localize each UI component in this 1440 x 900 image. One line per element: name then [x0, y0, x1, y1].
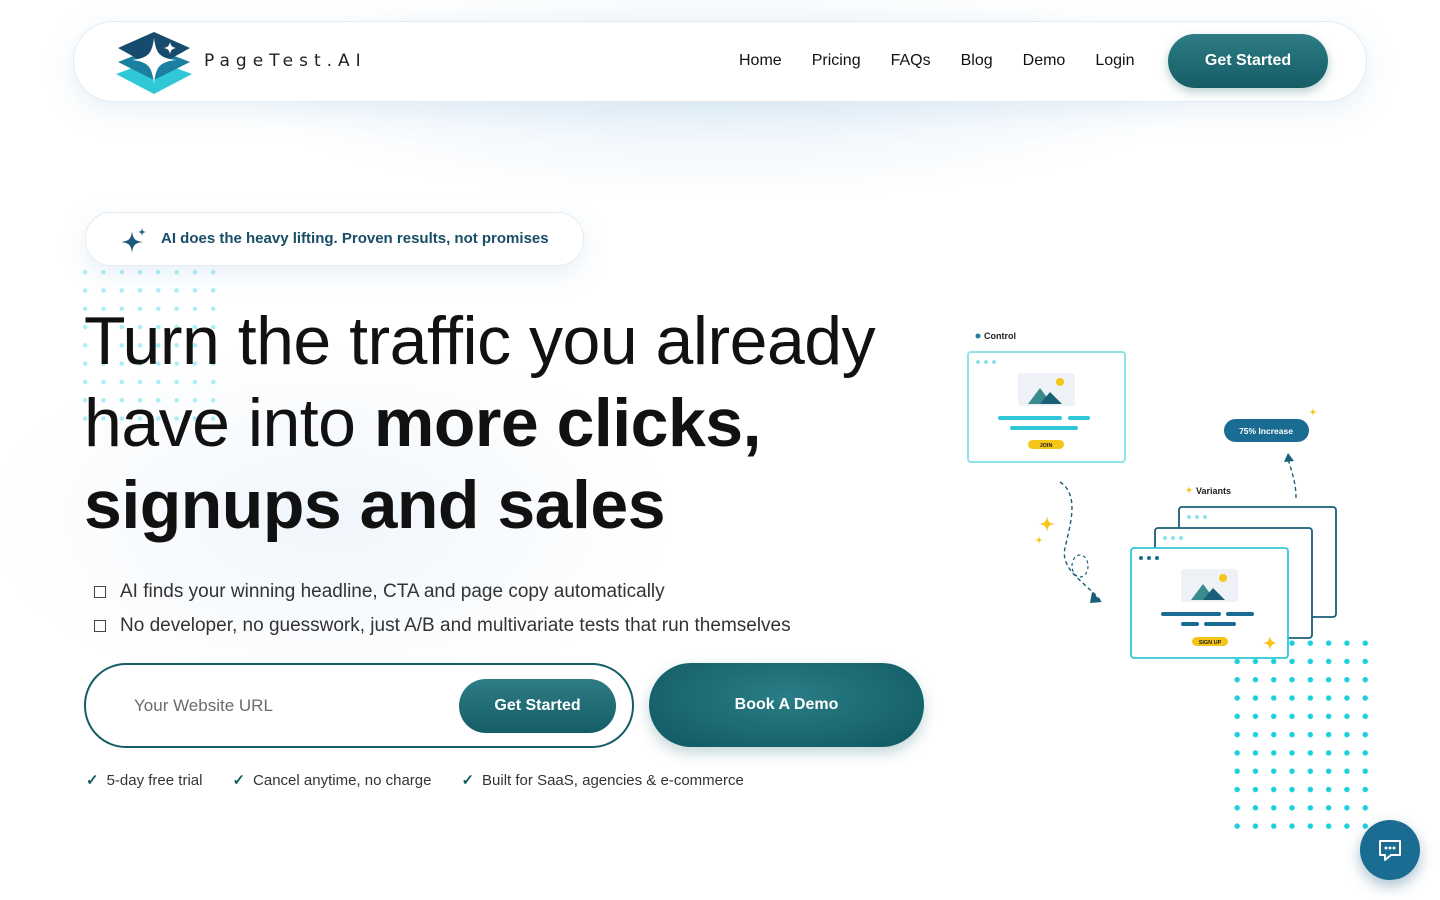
feature-text: AI finds your winning headline, CTA and …	[120, 581, 665, 602]
variants-label: Variants	[1196, 486, 1231, 496]
logo-icon[interactable]	[116, 30, 192, 96]
check-text: 5-day free trial	[106, 771, 203, 789]
check-text: Cancel anytime, no charge	[253, 771, 432, 789]
top-navbar: PageTest.AI Home Pricing FAQs Blog Demo …	[73, 21, 1367, 102]
check-item: ✓ Cancel anytime, no charge	[232, 771, 432, 790]
nav-link-demo[interactable]: Demo	[1023, 52, 1066, 70]
check-icon: ✓	[86, 772, 99, 789]
headline-line-1: Turn the traffic you already	[84, 303, 876, 379]
chat-button[interactable]	[1360, 820, 1420, 880]
check-item: ✓ 5-day free trial	[86, 771, 203, 790]
nav-links: Home Pricing FAQs Blog Demo Login	[739, 52, 1164, 70]
control-label: Control	[984, 331, 1016, 341]
nav-link-faqs[interactable]: FAQs	[891, 52, 931, 70]
headline-emphasis-2: signups and sales	[84, 467, 666, 543]
variant-signup-button: SIGN UP	[1199, 640, 1222, 646]
checkbox-icon	[94, 586, 106, 598]
check-icon: ✓	[232, 772, 246, 789]
check-item: ✓ Built for SaaS, agencies & e-commerce	[461, 771, 744, 790]
chat-icon	[1379, 840, 1401, 861]
trust-checks: ✓ 5-day free trial ✓ Cancel anytime, no …	[86, 771, 774, 790]
nav-link-login[interactable]: Login	[1095, 52, 1134, 70]
control-join-button: JOIN	[1040, 443, 1053, 449]
headline-emphasis-1: more clicks,	[373, 385, 762, 461]
hero-headline: Turn the traffic you already have into m…	[84, 300, 944, 546]
headline-line-2: have into	[84, 385, 374, 461]
nav-link-blog[interactable]: Blog	[961, 52, 993, 70]
check-icon: ✓	[461, 772, 475, 789]
brand-name[interactable]: PageTest.AI	[204, 51, 367, 71]
feature-item: AI finds your winning headline, CTA and …	[94, 575, 791, 609]
website-url-input[interactable]	[132, 691, 446, 721]
feature-list: AI finds your winning headline, CTA and …	[94, 575, 791, 643]
increase-badge: 75% Increase	[1239, 426, 1293, 436]
url-form: Get Started	[84, 663, 634, 748]
ab-test-illustration: Control JOIN 75% Increase Variants SIGN …	[967, 331, 1337, 659]
nav-link-pricing[interactable]: Pricing	[812, 52, 861, 70]
nav-link-home[interactable]: Home	[739, 52, 782, 70]
form-get-started-button[interactable]: Get Started	[459, 679, 616, 733]
checkbox-icon	[94, 620, 106, 632]
book-demo-button[interactable]: Book A Demo	[649, 663, 924, 747]
tagline-badge: AI does the heavy lifting. Proven result…	[85, 212, 584, 266]
nav-get-started-button[interactable]: Get Started	[1168, 34, 1328, 88]
check-text: Built for SaaS, agencies & e-commerce	[482, 771, 744, 789]
tagline-text: AI does the heavy lifting. Proven result…	[161, 230, 549, 247]
sparkle-icon	[121, 228, 146, 253]
feature-text: No developer, no guesswork, just A/B and…	[120, 615, 791, 636]
feature-item: No developer, no guesswork, just A/B and…	[94, 609, 791, 643]
